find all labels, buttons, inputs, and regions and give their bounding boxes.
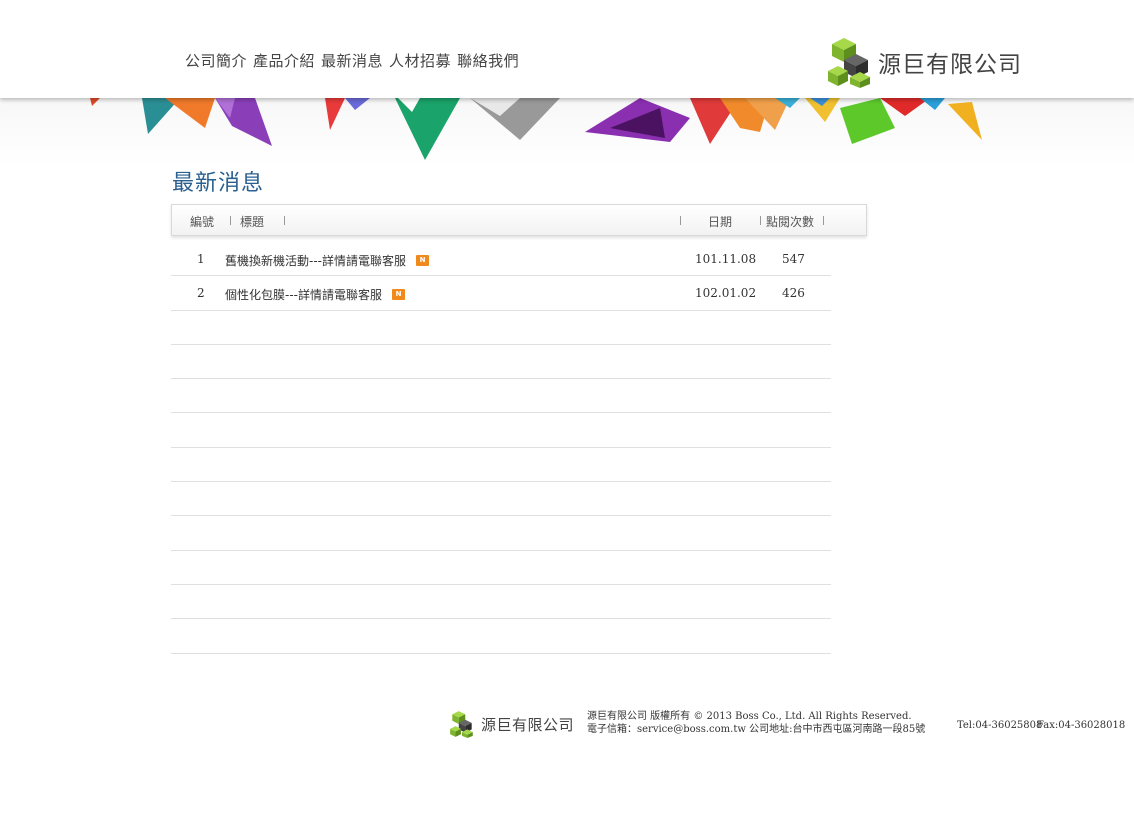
row-number: 2 (197, 286, 205, 301)
news-list: 1 舊機換新機活動---詳情請電聯客服 101.11.08 547 2 個性化包… (171, 242, 831, 654)
empty-row (171, 619, 831, 654)
row-views: 547 (782, 252, 805, 266)
new-icon (392, 289, 405, 301)
fax-number: Fax:04-36028018 (1037, 720, 1126, 731)
row-date: 102.01.02 (695, 286, 757, 301)
empty-row (171, 516, 831, 551)
empty-row (171, 585, 831, 620)
row-number: 1 (197, 252, 205, 266)
cube-logo-icon (828, 38, 870, 88)
column-header-number: 編號 (190, 215, 215, 229)
column-divider (230, 216, 231, 225)
empty-row (171, 311, 831, 345)
nav-item-about[interactable]: 公司簡介 (185, 50, 250, 71)
news-title-link[interactable]: 舊機換新機活動---詳情請電聯客服 (225, 252, 429, 269)
table-row[interactable]: 1 舊機換新機活動---詳情請電聯客服 101.11.08 547 (171, 242, 831, 277)
column-divider (823, 216, 824, 225)
empty-row (171, 551, 831, 585)
empty-row (171, 482, 831, 517)
nav-item-careers[interactable]: 人材招募 (386, 50, 454, 71)
contact-text: 電子信箱：service@boss.com.tw 公司地址:台中市西屯區河南路一… (587, 724, 926, 735)
news-title: 舊機換新機活動---詳情請電聯客服 (225, 254, 406, 268)
nav-item-products[interactable]: 產品介紹 (250, 50, 318, 71)
cube-logo-icon (450, 711, 473, 738)
column-header-views: 點閱次數 (766, 215, 815, 229)
column-divider (284, 216, 285, 225)
table-header: 編號 標題 日期 點閱次數 (171, 204, 867, 236)
news-title: 個性化包膜---詳情請電聯客服 (225, 288, 382, 303)
empty-row (171, 345, 831, 380)
empty-row (171, 379, 831, 414)
site-footer: 源巨有限公司 源巨有限公司 版權所有 © 2013 Boss Co., Ltd.… (449, 706, 1125, 742)
origami-decoration-icon (90, 98, 982, 160)
footer-brand: 源巨有限公司 (449, 710, 574, 738)
column-header-title: 標題 (240, 215, 265, 229)
empty-row (171, 448, 831, 483)
brand-logo[interactable]: 源巨有限公司 (826, 36, 1022, 88)
phone-number: Tel:04-36025808 (957, 720, 1043, 731)
new-icon (416, 255, 429, 266)
site-header: 公司簡介 產品介紹 最新消息 人材招募 聯絡我們 源巨有限公司 (0, 0, 1134, 98)
row-views: 426 (782, 286, 805, 301)
news-title-link[interactable]: 個性化包膜---詳情請電聯客服 (225, 286, 405, 303)
footer-brand-name: 源巨有限公司 (481, 715, 575, 734)
page-title: 最新消息 (172, 171, 265, 196)
nav-item-contact[interactable]: 聯絡我們 (454, 50, 522, 71)
table-row[interactable]: 2 個性化包膜---詳情請電聯客服 102.01.02 426 (171, 276, 831, 311)
origami-banner (0, 98, 1134, 166)
column-divider (680, 216, 681, 225)
main-nav: 公司簡介 產品介紹 最新消息 人材招募 聯絡我們 (185, 50, 522, 71)
row-date: 101.11.08 (695, 252, 757, 266)
empty-row (171, 413, 831, 448)
nav-item-news[interactable]: 最新消息 (318, 50, 386, 71)
column-divider (760, 216, 761, 225)
column-header-date: 日期 (708, 215, 733, 229)
brand-name: 源巨有限公司 (878, 52, 1022, 78)
